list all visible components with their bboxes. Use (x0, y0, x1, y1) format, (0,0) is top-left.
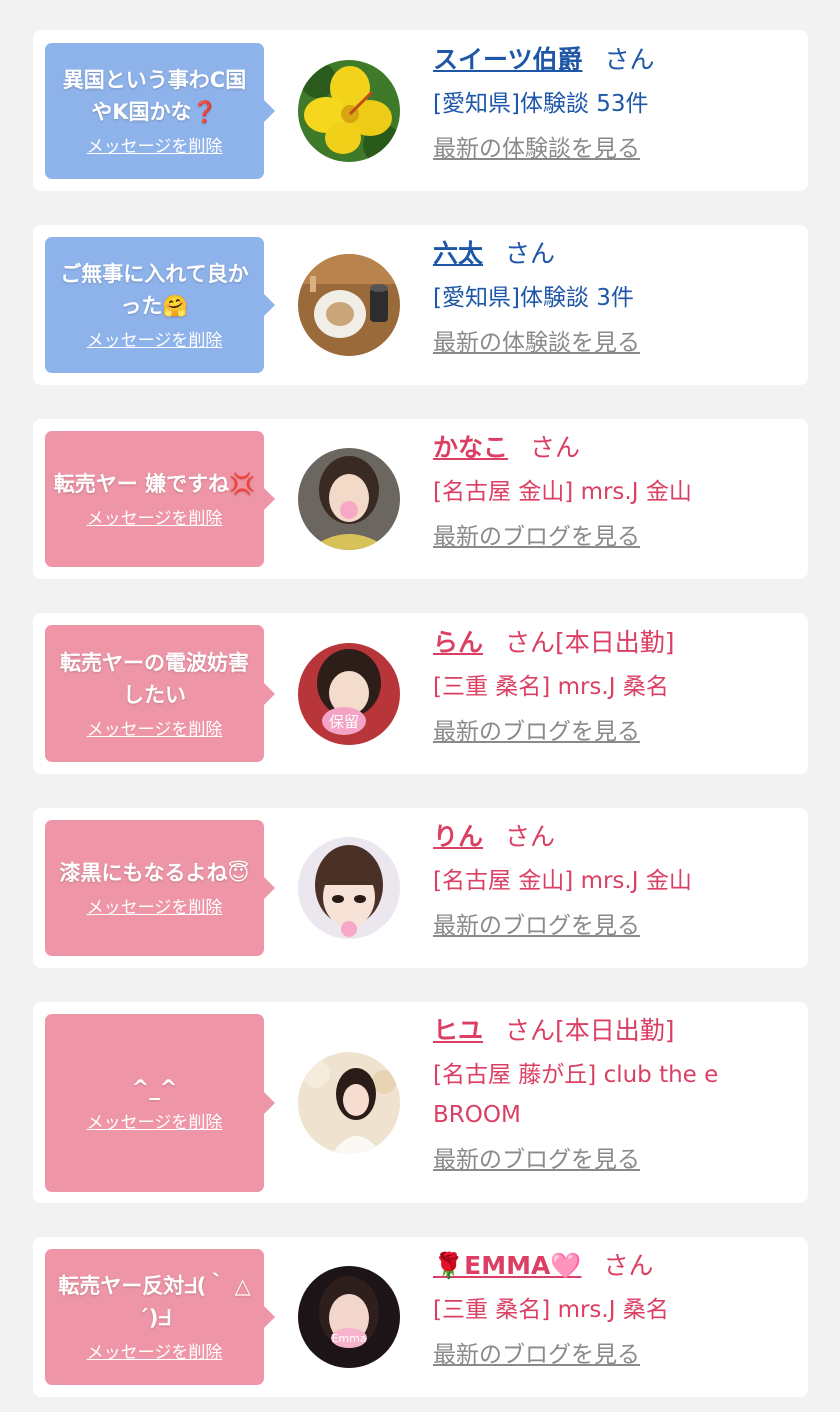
honorific: さん (505, 239, 556, 268)
area-text: [愛知県]体験談 53件 (433, 91, 649, 117)
status-badge: [本日出勤] (555, 1016, 675, 1045)
contact-card: 転売ヤー反対ᖵ(｀ △´)ᖵ メッセージを削除 Emma 🌹EMMA🩷 さん [三… (33, 1237, 808, 1397)
contact-info: りん さん [名古屋 金山] mrs.J 金山 最新のブログを見る (433, 820, 798, 942)
name-line: かなこ さん (433, 431, 798, 465)
avatar-stamp: 保留 (329, 713, 359, 731)
status-badge: [本日出勤] (555, 628, 675, 657)
message-text: ご無事に入れて良かった🤗 (60, 262, 249, 318)
contact-info: ヒユ さん[本日出勤] [名古屋 藤が丘] club the e BROOM 最新… (433, 1014, 798, 1176)
message-bubble: 転売ヤーの電波妨害したい メッセージを削除 (45, 625, 275, 762)
name-line: 🌹EMMA🩷 さん (433, 1249, 798, 1283)
name-line: 六太 さん (433, 237, 798, 271)
woman-portrait-icon: 保留 (298, 643, 400, 745)
honorific: さん (603, 1251, 654, 1280)
contact-name-link[interactable]: 🌹EMMA🩷 (433, 1251, 581, 1280)
message-bubble: 異国という事わC国やK国かな❓ メッセージを削除 (45, 43, 275, 179)
contact-name-link[interactable]: りん (433, 822, 483, 851)
message-text: 転売ヤー 嫌ですね💢 (53, 472, 256, 496)
contact-info: 六太 さん [愛知県]体験談 3件 最新の体験談を見る (433, 237, 798, 359)
message-text: 転売ヤーの電波妨害したい (60, 650, 249, 707)
contact-name-link[interactable]: 六太 (433, 239, 483, 268)
avatar-stamp: Emma (331, 1332, 366, 1345)
latest-link[interactable]: 最新のブログを見る (433, 1339, 640, 1371)
message-text: 異国という事わC国やK国かな❓ (62, 68, 247, 124)
contact-card: ^_^ メッセージを削除 ヒユ さん[本日出勤] [名古屋 藤が丘] club t… (33, 1002, 808, 1203)
contact-name-link[interactable]: らん (433, 628, 483, 657)
avatar[interactable] (298, 448, 400, 550)
delete-message-link[interactable]: メッセージを削除 (87, 136, 223, 158)
message-bubble: ご無事に入れて良かった🤗 メッセージを削除 (45, 237, 275, 373)
latest-link[interactable]: 最新のブログを見る (433, 716, 640, 748)
avatar[interactable] (298, 1052, 400, 1154)
honorific: さん (604, 45, 655, 74)
name-line: りん さん (433, 820, 798, 854)
message-bubble: ^_^ メッセージを削除 (45, 1014, 275, 1192)
delete-message-link[interactable]: メッセージを削除 (87, 330, 223, 352)
honorific: さん (505, 822, 556, 851)
dinner-plate-icon (298, 254, 400, 356)
avatar[interactable]: Emma (298, 1266, 400, 1368)
honorific: さん (505, 628, 556, 657)
delete-message-link[interactable]: メッセージを削除 (87, 508, 223, 530)
contact-info: 🌹EMMA🩷 さん [三重 桑名] mrs.J 桑名 最新のブログを見る (433, 1249, 798, 1371)
contact-name-link[interactable]: かなこ (433, 433, 508, 462)
honorific: さん (530, 433, 581, 462)
message-text: ^_^ (131, 1076, 178, 1100)
name-line: らん さん[本日出勤] (433, 626, 798, 660)
latest-link[interactable]: 最新のブログを見る (433, 1144, 640, 1176)
avatar[interactable]: 保留 (298, 643, 400, 745)
contact-card: 異国という事わC国やK国かな❓ メッセージを削除 スイーツ伯爵 さん [愛知県]体… (33, 30, 808, 191)
area-text: [名古屋 金山] mrs.J 金山 (433, 868, 692, 894)
woman-portrait-icon (298, 1052, 400, 1154)
woman-portrait-icon: Emma (298, 1266, 400, 1368)
contact-card: 転売ヤー 嫌ですね💢 メッセージを削除 かなこ さん [名古屋 金山] mrs.J… (33, 419, 808, 579)
delete-message-link[interactable]: メッセージを削除 (87, 1112, 223, 1134)
latest-link[interactable]: 最新の体験談を見る (433, 133, 640, 165)
name-line: スイーツ伯爵 さん (433, 43, 798, 77)
delete-message-link[interactable]: メッセージを削除 (87, 897, 223, 919)
delete-message-link[interactable]: メッセージを削除 (87, 1342, 223, 1364)
contact-info: かなこ さん [名古屋 金山] mrs.J 金山 最新のブログを見る (433, 431, 798, 553)
name-line: ヒユ さん[本日出勤] (433, 1014, 798, 1048)
contact-info: らん さん[本日出勤] [三重 桑名] mrs.J 桑名 最新のブログを見る (433, 626, 798, 748)
honorific: さん (505, 1016, 556, 1045)
message-text: 転売ヤー反対ᖵ(｀ △´)ᖵ (58, 1274, 251, 1330)
contact-name-link[interactable]: スイーツ伯爵 (433, 45, 583, 74)
area-text: [三重 桑名] mrs.J 桑名 (433, 1297, 669, 1323)
latest-link[interactable]: 最新の体験談を見る (433, 327, 640, 359)
message-bubble: 転売ヤー反対ᖵ(｀ △´)ᖵ メッセージを削除 (45, 1249, 275, 1385)
avatar[interactable] (298, 254, 400, 356)
contact-name-link[interactable]: ヒユ (433, 1016, 483, 1045)
woman-portrait-icon (298, 837, 400, 939)
message-text: 漆黒にもなるよね😇 (59, 861, 250, 885)
message-bubble: 漆黒にもなるよね😇 メッセージを削除 (45, 820, 275, 956)
delete-message-link[interactable]: メッセージを削除 (87, 719, 223, 741)
area-text: [名古屋 金山] mrs.J 金山 (433, 479, 692, 505)
avatar[interactable] (298, 60, 400, 162)
woman-portrait-icon (298, 448, 400, 550)
latest-link[interactable]: 最新のブログを見る (433, 521, 640, 553)
latest-link[interactable]: 最新のブログを見る (433, 910, 640, 942)
yellow-flower-icon (298, 60, 400, 162)
area-text: [名古屋 藤が丘] club the e BROOM (433, 1062, 719, 1128)
contact-card: ご無事に入れて良かった🤗 メッセージを削除 六太 さん [愛知県]体験談 3件 最… (33, 225, 808, 385)
area-text: [三重 桑名] mrs.J 桑名 (433, 674, 669, 700)
area-text: [愛知県]体験談 3件 (433, 285, 634, 311)
contact-card: 転売ヤーの電波妨害したい メッセージを削除 保留 らん さん[本日出勤] [三重 … (33, 613, 808, 774)
message-bubble: 転売ヤー 嫌ですね💢 メッセージを削除 (45, 431, 275, 567)
contact-card: 漆黒にもなるよね😇 メッセージを削除 りん さん [名古屋 金山] mrs.J 金… (33, 808, 808, 968)
contact-info: スイーツ伯爵 さん [愛知県]体験談 53件 最新の体験談を見る (433, 43, 798, 165)
avatar[interactable] (298, 837, 400, 939)
